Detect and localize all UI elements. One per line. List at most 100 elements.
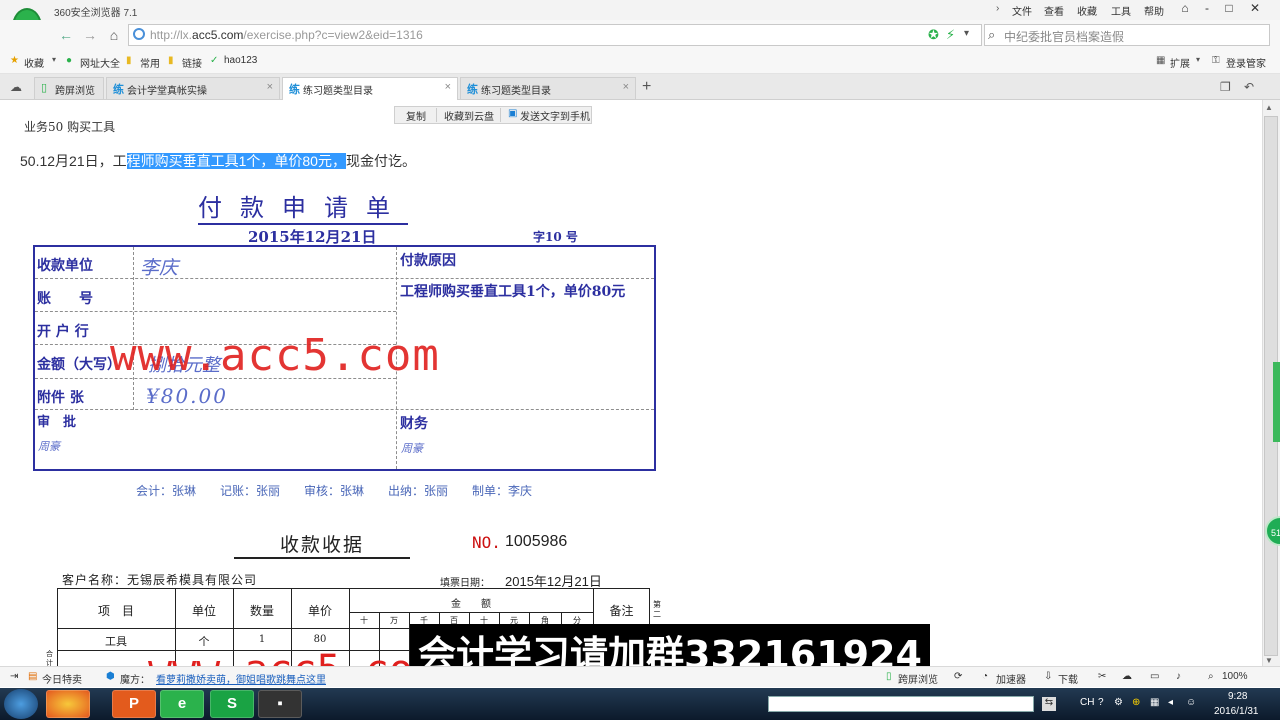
windows-logo-icon[interactable]: [46, 690, 90, 718]
magic-label: 魔方：: [120, 675, 150, 686]
minimize-button[interactable]: -: [1198, 1, 1216, 17]
finance-label: 财务: [400, 416, 428, 432]
help-icon[interactable]: ?: [1098, 697, 1104, 708]
menu-file[interactable]: 文件: [1012, 3, 1032, 18]
back-icon[interactable]: ←: [56, 26, 76, 44]
start-button-icon[interactable]: [4, 689, 38, 719]
skin-icon[interactable]: ⌂: [1176, 1, 1194, 17]
refresh-icon[interactable]: ⟳: [954, 671, 962, 682]
clock-time[interactable]: 9:28: [1228, 691, 1247, 702]
language-indicator[interactable]: CH: [1080, 697, 1094, 708]
screenshot-icon[interactable]: ✂: [1098, 671, 1106, 682]
new-tab-plus-icon[interactable]: +: [642, 78, 651, 96]
grid-line: [35, 311, 396, 312]
signature-line: 会计：张琳 记账：张丽 审核：张琳 出纳：张丽 制单：李庆: [136, 484, 533, 498]
forward-icon[interactable]: →: [80, 26, 100, 44]
approve-value: 周豪: [38, 440, 60, 453]
header-qty: 数量: [249, 604, 274, 618]
page-globe-icon: [133, 28, 145, 40]
zoom-level[interactable]: 100%: [1222, 671, 1248, 682]
lightning-icon[interactable]: ⚡: [946, 27, 955, 43]
close-icon[interactable]: ×: [623, 81, 629, 93]
browser-360-icon[interactable]: e: [160, 690, 204, 718]
network-icon[interactable]: ▦: [1150, 697, 1159, 708]
tab-exercise-catalog[interactable]: 练 练习题类型目录 ×: [460, 77, 636, 99]
question-text: 50.12月21日，工程师购买垂直工具1个，单价80元，现金付讫。: [20, 153, 416, 169]
spreadsheet-icon[interactable]: S: [210, 690, 254, 718]
sidebar-toggle-icon[interactable]: ⇥: [10, 671, 18, 682]
bookmark-links[interactable]: 链接: [182, 55, 202, 70]
security-icon[interactable]: ⊕: [1132, 697, 1140, 708]
phone-icon: ▯: [886, 671, 892, 682]
menu-view[interactable]: 查看: [1044, 3, 1064, 18]
header-unit: 单位: [191, 604, 216, 618]
bank-label: 开 户 行: [37, 324, 89, 340]
search-icon[interactable]: ⌕: [988, 27, 995, 43]
bookmark-sites[interactable]: 网址大全: [80, 55, 120, 70]
cloud-icon[interactable]: ☁: [1122, 671, 1132, 682]
restore-tabs-icon[interactable]: ❐: [1220, 80, 1231, 94]
download-button[interactable]: 下载: [1058, 671, 1078, 686]
tab-cross-screen[interactable]: ▯ 跨屏浏览: [34, 77, 104, 99]
header-amount: 金 额: [451, 599, 491, 610]
recorder-icon[interactable]: ▪: [258, 690, 302, 718]
person-icon[interactable]: ☺: [1186, 697, 1196, 708]
url-text[interactable]: http://lx.acc5.com/exercise.php?c=view2&…: [150, 28, 423, 42]
sound-icon[interactable]: ♪: [1176, 671, 1181, 682]
powerpoint-icon[interactable]: P: [112, 690, 156, 718]
menu-favorites[interactable]: 收藏: [1077, 3, 1097, 18]
extensions-button[interactable]: 扩展: [1170, 55, 1190, 70]
side-panel-handle[interactable]: [1273, 362, 1280, 442]
bookmark-hao123[interactable]: hao123: [224, 55, 257, 66]
chevron-down-icon[interactable]: ▾: [964, 28, 969, 39]
go-icon[interactable]: ⇆: [1042, 697, 1056, 711]
copy-button[interactable]: 复制: [406, 108, 426, 123]
password-manager-button[interactable]: 登录管家: [1226, 55, 1266, 70]
taskbar-search-input[interactable]: [768, 696, 1034, 712]
accelerator-button[interactable]: 加速器: [996, 671, 1026, 686]
security-shield-icon[interactable]: ✪: [928, 27, 939, 43]
bookmark-common[interactable]: 常用: [140, 55, 160, 70]
hao123-icon: ✓: [210, 55, 219, 66]
close-icon[interactable]: ×: [267, 81, 273, 93]
finance-value: 周豪: [401, 442, 423, 455]
copy-label: 第二: [653, 600, 661, 619]
payment-form-number: 字10 号: [533, 230, 578, 244]
chevron-down-icon[interactable]: ▾: [1196, 55, 1200, 64]
home-icon[interactable]: ⌂: [104, 26, 124, 44]
receipt-customer: 客户名称：无锡辰希模具有限公司: [62, 573, 258, 587]
send-to-phone-button[interactable]: 发送文字到手机: [520, 108, 590, 123]
cloud-icon[interactable]: ☁: [10, 80, 22, 94]
chevron-down-icon[interactable]: ▾: [52, 55, 56, 64]
volume-icon[interactable]: ◂: [1168, 697, 1173, 708]
maximize-button[interactable]: □: [1220, 1, 1238, 17]
today-sale-link[interactable]: 今日特卖: [42, 671, 82, 686]
window-icon[interactable]: ▭: [1150, 671, 1159, 682]
scroll-down-icon[interactable]: ▼: [1265, 656, 1273, 665]
scroll-up-icon[interactable]: ▲: [1265, 103, 1273, 112]
clock-date[interactable]: 2016/1/31: [1214, 706, 1259, 717]
accelerator-icon: ◔: [982, 671, 989, 682]
close-icon[interactable]: ×: [445, 81, 451, 93]
tab-exercise-catalog-active[interactable]: 练 练习题类型目录 ×: [282, 77, 458, 100]
cross-screen-button[interactable]: 跨屏浏览: [898, 671, 938, 686]
settings-icon[interactable]: ⚙: [1114, 697, 1123, 708]
extensions-icon: ▦: [1156, 55, 1166, 66]
chevron-down-icon[interactable]: ›: [996, 3, 999, 14]
undo-close-icon[interactable]: ↶: [1244, 80, 1254, 94]
status-ad-link[interactable]: 看萝莉撒娇卖萌，御姐唱歌跳舞点这里: [156, 671, 326, 686]
close-button[interactable]: ✕: [1246, 1, 1264, 17]
search-input[interactable]: 中纪委批官员档案造假: [1004, 28, 1124, 45]
grid-line: [35, 278, 654, 279]
tab-favicon-icon: 练: [113, 84, 124, 96]
page-title: 业务50 购买工具: [24, 120, 116, 134]
save-to-cloud-button[interactable]: 收藏到云盘: [444, 108, 494, 123]
row-price: 80: [313, 634, 327, 645]
bookmark-favorites[interactable]: 收藏: [24, 55, 44, 70]
password-manager-icon: ⚿: [1212, 55, 1220, 66]
menu-tools[interactable]: 工具: [1111, 3, 1131, 18]
tab-accounting-practice[interactable]: 练 会计学堂真帐实操 ×: [106, 77, 280, 99]
menu-help[interactable]: 帮助: [1144, 3, 1164, 18]
cube-icon: ⬢: [106, 671, 115, 682]
chevron-down-icon[interactable]: ▾: [1026, 697, 1031, 708]
